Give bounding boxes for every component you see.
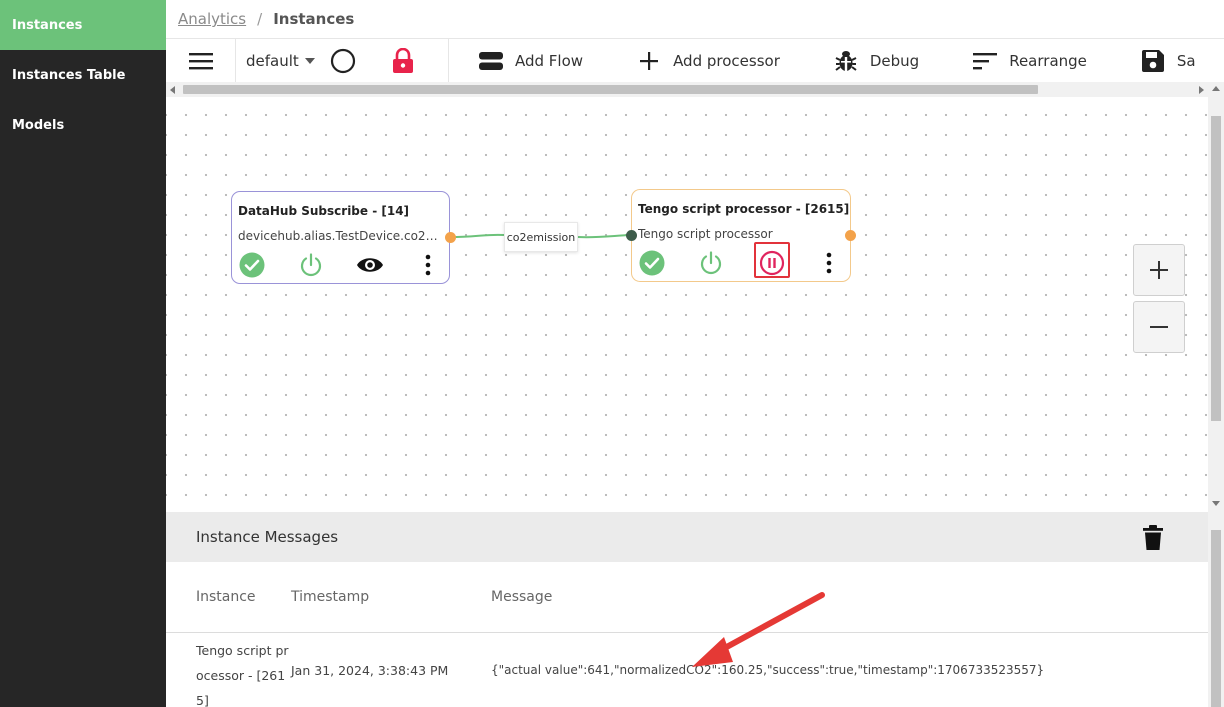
trash-icon[interactable]	[1141, 525, 1165, 551]
plus-icon	[635, 47, 663, 75]
save-button[interactable]: Sa	[1139, 47, 1196, 75]
debug-button[interactable]: Debug	[832, 47, 919, 75]
plus-icon	[1150, 261, 1168, 279]
column-header-instance: Instance	[196, 589, 256, 605]
save-label: Sa	[1176, 51, 1196, 70]
node-subtitle: devicehub.alias.TestDevice.co2emission	[238, 229, 440, 243]
flow-select[interactable]: default	[236, 52, 328, 70]
cell-instance: Tengo script processor - [2615]	[196, 643, 289, 707]
scrollbar-thumb[interactable]	[1211, 530, 1221, 707]
power-icon[interactable]	[296, 250, 326, 280]
rearrange-button[interactable]: Rearrange	[971, 47, 1087, 75]
node-title: DataHub Subscribe - [14]	[238, 204, 410, 218]
messages-scrollbar[interactable]	[1208, 512, 1224, 707]
edge-connector	[449, 233, 631, 239]
horizontal-scrollbar[interactable]	[166, 82, 1208, 97]
add-flow-label: Add Flow	[515, 51, 584, 70]
rearrange-label: Rearrange	[1009, 51, 1087, 70]
more-vertical-icon[interactable]	[413, 250, 443, 280]
input-port[interactable]	[626, 230, 637, 241]
node-subtitle: Tengo script processor	[638, 227, 773, 241]
annotation-arrow	[692, 592, 825, 667]
zoom-out-button[interactable]	[1133, 301, 1185, 353]
stack-icon	[477, 47, 505, 75]
node-datahub-subscribe[interactable]: DataHub Subscribe - [14] devicehub.alias…	[231, 191, 456, 284]
flow-select-value: default	[246, 51, 299, 70]
more-vertical-icon[interactable]	[814, 248, 844, 278]
output-port[interactable]	[845, 230, 856, 241]
caret-down-icon	[304, 57, 315, 64]
scroll-left-icon[interactable]	[170, 86, 175, 94]
sidebar: Instances Instances Table Models	[0, 0, 166, 707]
toolbar: default Add Flow Add processor Debug Rea…	[166, 38, 1224, 82]
sidebar-item-models[interactable]: Models	[0, 100, 166, 150]
check-circle-icon[interactable]	[237, 250, 267, 280]
debug-label: Debug	[869, 51, 920, 70]
check-circle-icon[interactable]	[637, 248, 667, 278]
add-processor-button[interactable]: Add processor	[635, 47, 780, 75]
circle-icon	[330, 48, 356, 73]
hamburger-menu-button[interactable]	[166, 39, 236, 82]
lock-icon	[393, 47, 413, 73]
breadcrumb-separator: /	[257, 10, 263, 28]
menu-icon	[188, 52, 213, 69]
toolbar-divider	[448, 39, 449, 82]
sort-lines-icon	[971, 47, 999, 75]
sidebar-item-instances-table[interactable]: Instances Table	[0, 50, 166, 100]
breadcrumb: Analytics / Instances	[166, 0, 1224, 38]
node-title: Tengo script processor - [2615]	[638, 202, 850, 216]
sidebar-item-label: Models	[12, 117, 65, 133]
vertical-scrollbar[interactable]	[1208, 82, 1224, 512]
add-processor-label: Add processor	[673, 51, 780, 70]
pause-circle-icon[interactable]	[757, 248, 787, 278]
flow-canvas[interactable]: DataHub Subscribe - [14] devicehub.alias…	[166, 97, 1208, 512]
lock-button[interactable]	[388, 46, 418, 76]
scroll-right-icon[interactable]	[1199, 86, 1204, 94]
column-header-timestamp: Timestamp	[291, 589, 370, 605]
scrollbar-thumb[interactable]	[183, 85, 1038, 94]
messages-title: Instance Messages	[196, 528, 339, 546]
bug-icon	[832, 47, 860, 75]
scroll-up-icon[interactable]	[1212, 86, 1220, 91]
breadcrumb-link-analytics[interactable]: Analytics	[178, 10, 246, 28]
column-header-message: Message	[491, 589, 553, 605]
output-port[interactable]	[445, 232, 456, 243]
sidebar-item-instances[interactable]: Instances	[0, 0, 166, 50]
add-flow-button[interactable]: Add Flow	[477, 47, 583, 75]
sidebar-item-label: Instances	[12, 17, 83, 33]
scrollbar-thumb[interactable]	[1211, 116, 1221, 421]
status-circle-button[interactable]	[328, 46, 358, 76]
eye-icon[interactable]	[355, 250, 385, 280]
node-tengo-script-processor[interactable]: Tengo script processor - [2615] Tengo sc…	[626, 189, 856, 282]
save-icon	[1139, 47, 1167, 75]
breadcrumb-current: Instances	[273, 10, 355, 28]
minus-icon	[1150, 326, 1168, 328]
cell-timestamp: Jan 31, 2024, 3:38:43 PM	[291, 663, 449, 678]
zoom-in-button[interactable]	[1133, 244, 1185, 296]
sidebar-item-label: Instances Table	[12, 67, 126, 83]
scroll-down-icon[interactable]	[1212, 501, 1220, 506]
edge-label[interactable]: co2emission	[504, 222, 578, 252]
power-icon[interactable]	[696, 248, 726, 278]
messages-header: Instance Messages	[166, 512, 1208, 562]
